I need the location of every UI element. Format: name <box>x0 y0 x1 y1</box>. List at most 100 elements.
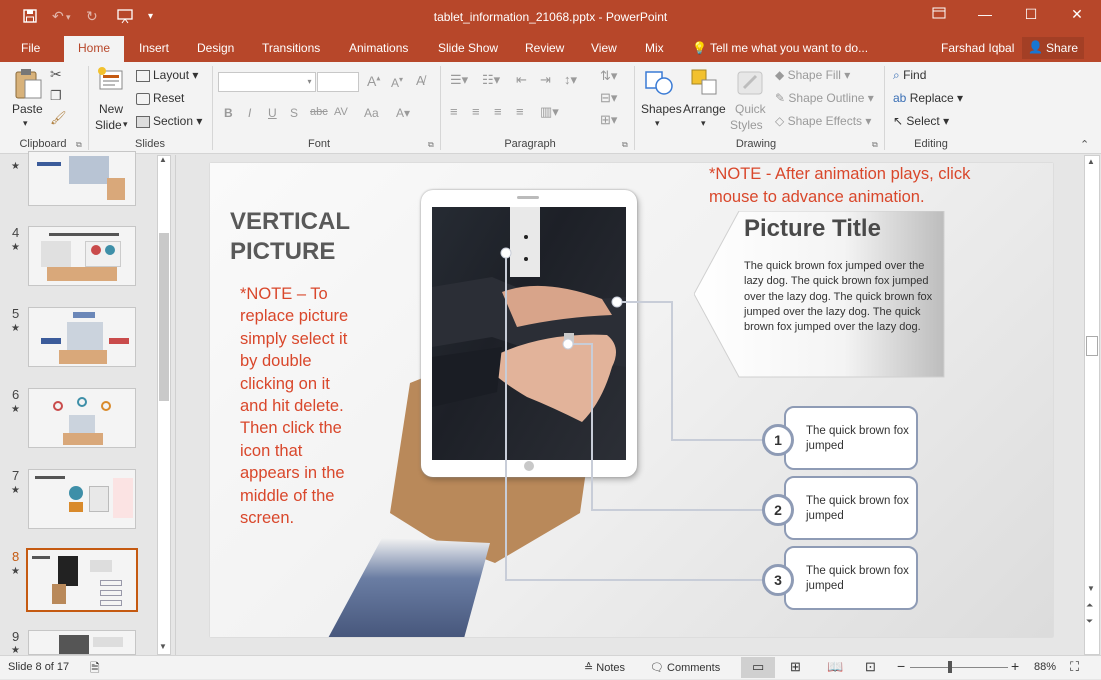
shapes-button[interactable]: Shapes <box>641 102 682 116</box>
grow-font-button[interactable]: A▴ <box>367 73 380 89</box>
format-painter-icon[interactable]: 🖌 <box>50 110 67 126</box>
change-case-button[interactable]: Aa <box>364 106 379 120</box>
tab-animations[interactable]: Animations <box>349 41 408 55</box>
shapes-icon[interactable] <box>642 66 676 100</box>
font-family-select[interactable] <box>218 72 316 92</box>
tab-mix[interactable]: Mix <box>645 41 664 55</box>
align-right-icon[interactable]: ≡ <box>494 104 502 119</box>
justify-icon[interactable]: ≡ <box>516 104 524 119</box>
quick-styles-label-2[interactable]: Styles <box>730 118 763 132</box>
paste-icon[interactable] <box>12 66 44 102</box>
shapes-dropdown-icon[interactable]: ▾ <box>655 118 660 129</box>
maximize-icon[interactable]: ☐ <box>1016 6 1046 23</box>
fit-to-window-icon[interactable]: ⛶ <box>1070 659 1079 675</box>
cut-icon[interactable]: ✂ <box>50 66 62 83</box>
panel-divider[interactable] <box>175 155 176 655</box>
section-button[interactable]: Section ▾ <box>136 114 202 128</box>
quick-styles-icon[interactable] <box>734 66 768 100</box>
next-slide-icon[interactable]: ⏷ <box>1086 616 1093 627</box>
character-spacing-button[interactable]: AV <box>334 106 348 118</box>
tell-me-search[interactable]: Tell me what you want to do... <box>710 41 868 55</box>
notes-button[interactable]: ≙ Notes <box>584 661 625 674</box>
zoom-out-icon[interactable]: − <box>897 658 905 674</box>
reading-view-icon[interactable]: 📖 <box>827 659 843 675</box>
zoom-level[interactable]: 88% <box>1034 661 1056 673</box>
paste-button[interactable]: Paste <box>12 102 43 116</box>
scroll-down-icon[interactable]: ▼ <box>1087 584 1095 593</box>
tab-design[interactable]: Design <box>197 41 234 55</box>
minimize-icon[interactable]: — <box>970 6 1000 22</box>
tab-home[interactable]: Home <box>64 36 124 62</box>
comments-button[interactable]: 🗨 Comments <box>650 661 720 674</box>
scroll-up-icon[interactable]: ▲ <box>159 155 167 164</box>
list-item-box[interactable]: The quick brown fox jumped <box>784 406 918 470</box>
dialog-launcher-icon[interactable]: ⧉ <box>76 140 82 150</box>
list-item-box[interactable]: The quick brown fox jumped <box>784 546 918 610</box>
thumbnails-scrollbar[interactable] <box>157 155 171 655</box>
share-button[interactable]: 👤 Share <box>1022 37 1084 59</box>
ribbon-display-icon[interactable] <box>924 6 954 22</box>
previous-slide-icon[interactable]: ⏶ <box>1086 600 1093 611</box>
reset-button[interactable]: Reset <box>136 91 184 105</box>
tab-view[interactable]: View <box>591 41 617 55</box>
copy-icon[interactable]: ❐ <box>50 88 62 104</box>
shape-effects-button[interactable]: ◇ Shape Effects ▾ <box>775 114 871 128</box>
layout-button[interactable]: Layout ▾ <box>136 68 198 82</box>
text-direction-icon[interactable]: ⇅▾ <box>600 68 617 84</box>
smartart-icon[interactable]: ⊞▾ <box>600 112 617 128</box>
spell-check-icon[interactable]: 🗎 <box>90 659 100 680</box>
slide-sorter-icon[interactable]: ⊞ <box>790 659 801 675</box>
dialog-launcher-icon[interactable]: ⧉ <box>622 140 628 150</box>
scroll-down-icon[interactable]: ▼ <box>159 642 167 651</box>
font-color-icon[interactable]: A▾ <box>396 106 410 120</box>
zoom-slider-thumb[interactable] <box>948 661 952 673</box>
numbering-icon[interactable]: ☷▾ <box>482 72 500 88</box>
quick-styles-label-1[interactable]: Quick <box>735 102 766 116</box>
clear-formatting-icon[interactable]: A̸ <box>416 73 425 88</box>
find-button[interactable]: ⌕ Find <box>893 68 926 83</box>
italic-button[interactable]: I <box>248 106 251 120</box>
slide-thumbnail[interactable] <box>28 469 136 529</box>
callout-title[interactable]: Picture Title <box>744 215 881 243</box>
shape-outline-button[interactable]: ✎ Shape Outline ▾ <box>775 91 874 105</box>
shadow-button[interactable]: S <box>290 106 298 120</box>
zoom-slider[interactable] <box>910 667 1008 668</box>
slide-scrollbar[interactable] <box>1084 155 1100 655</box>
dialog-launcher-icon[interactable]: ⧉ <box>428 140 434 150</box>
list-item-box[interactable]: The quick brown fox jumped <box>784 476 918 540</box>
note-top[interactable]: *NOTE - After animation plays, click mou… <box>709 163 999 209</box>
collapse-ribbon-icon[interactable]: ⌃ <box>1080 138 1089 151</box>
zoom-in-icon[interactable]: + <box>1011 658 1019 674</box>
font-size-select[interactable] <box>317 72 359 92</box>
new-slide-label-1[interactable]: New <box>99 102 123 116</box>
slide-thumbnail[interactable] <box>28 151 136 206</box>
scrollbar-thumb[interactable] <box>159 233 169 401</box>
slide-thumbnail-selected[interactable] <box>26 548 138 612</box>
scroll-up-icon[interactable]: ▲ <box>1087 157 1095 166</box>
increase-indent-icon[interactable]: ⇥ <box>540 72 551 88</box>
slide-thumbnail[interactable] <box>28 630 136 655</box>
new-slide-label-2[interactable]: Slide <box>95 118 122 132</box>
tab-slide-show[interactable]: Slide Show <box>438 41 498 55</box>
select-button[interactable]: ↖ Select ▾ <box>893 114 949 128</box>
tab-transitions[interactable]: Transitions <box>262 41 320 55</box>
slide-canvas[interactable]: VERTICAL PICTURE *NOTE – To replace pict… <box>210 163 1053 637</box>
new-slide-icon[interactable] <box>96 66 126 98</box>
slide-thumbnail[interactable] <box>28 307 136 367</box>
dialog-launcher-icon[interactable]: ⧉ <box>872 140 878 150</box>
shrink-font-button[interactable]: A▾ <box>391 75 403 90</box>
line-spacing-icon[interactable]: ↕▾ <box>564 72 577 88</box>
underline-button[interactable]: U <box>268 106 277 120</box>
arrange-dropdown-icon[interactable]: ▾ <box>701 118 706 129</box>
new-slide-dropdown-icon[interactable]: ▾ <box>123 119 128 130</box>
slide-show-icon[interactable]: ⊡ <box>865 659 876 675</box>
slide-thumbnail[interactable] <box>28 388 136 448</box>
align-center-icon[interactable]: ≡ <box>472 104 480 119</box>
paste-dropdown-icon[interactable]: ▾ <box>23 118 28 129</box>
bullets-icon[interactable]: ☰▾ <box>450 72 468 88</box>
shape-fill-button[interactable]: ◆ Shape Fill ▾ <box>775 68 850 82</box>
font-family-dropdown-icon[interactable]: ▾ <box>304 72 316 92</box>
decrease-indent-icon[interactable]: ⇤ <box>516 72 527 88</box>
align-left-icon[interactable]: ≡ <box>450 104 458 119</box>
callout-body[interactable]: The quick brown fox jumped over the lazy… <box>744 259 938 335</box>
